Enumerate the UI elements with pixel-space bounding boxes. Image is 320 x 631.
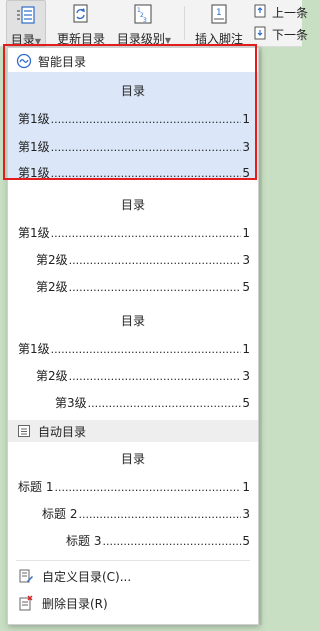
- toc-line-page: 5: [242, 396, 250, 410]
- delete-toc-menu-item[interactable]: 删除目录(R): [8, 590, 258, 616]
- leader-dots: [69, 254, 242, 267]
- next-footnote-button[interactable]: 下一条: [252, 24, 312, 44]
- toc-line-page: 1: [242, 342, 250, 356]
- toc-level-button[interactable]: 1 2 3 目录级别▼: [112, 0, 176, 47]
- toc-line-label: 标题 1: [18, 480, 54, 494]
- toc-line-page: 5: [242, 280, 250, 294]
- toc-line-label: 第2级: [36, 369, 68, 383]
- toc-line: 标题 2 3: [42, 505, 250, 522]
- smart-toc-option[interactable]: 目录 第1级 1 第1级 3 第1级 5: [8, 72, 258, 181]
- toc-line-label: 第3级: [55, 396, 87, 410]
- toc-line: 第3级 5: [55, 394, 250, 411]
- toc-line-label: 第2级: [36, 253, 68, 267]
- toc-line-page: 1: [242, 480, 250, 494]
- toolbar-separator: [184, 6, 185, 40]
- insert-footnote-label: 插入脚注: [194, 32, 243, 46]
- chevron-down-icon: ▼: [34, 37, 42, 46]
- toc-line-page: 3: [242, 507, 250, 521]
- toc-line-label: 标题 3: [66, 534, 102, 548]
- toc-line: 第1级 5: [18, 164, 250, 181]
- prev-footnote-button[interactable]: 上一条: [252, 2, 312, 22]
- toc-line-label: 第1级: [18, 140, 50, 154]
- delete-toc-icon: [18, 595, 34, 611]
- toc-line-page: 1: [242, 226, 250, 240]
- toc-line: 第2级 3: [36, 251, 250, 268]
- toc-line-page: 5: [242, 166, 250, 180]
- toc-line-label: 第1级: [18, 166, 50, 180]
- toc-line-page: 3: [242, 140, 250, 154]
- toc-level-icon: 1 2 3: [134, 4, 152, 24]
- leader-dots: [51, 113, 242, 126]
- prev-footnote-icon: [254, 4, 266, 18]
- toc-line-page: 3: [242, 253, 250, 267]
- next-footnote-label: 下一条: [272, 28, 309, 42]
- toc-line: 第1级 1: [18, 340, 250, 357]
- auto-toc-header-label: 自动目录: [38, 424, 87, 439]
- toc-line: 第1级 1: [18, 110, 250, 127]
- toc-line-page: 5: [242, 534, 250, 548]
- toc-style-option-2[interactable]: 目录 第1级 1 第2级 3 第2级 5: [8, 188, 258, 300]
- toc-line-label: 第1级: [18, 112, 50, 126]
- leader-dots: [51, 227, 242, 240]
- toc-line-page: 3: [242, 369, 250, 383]
- toc-line: 第1级 3: [18, 138, 250, 155]
- refresh-document-icon: [73, 4, 88, 23]
- toc-style-3-title: 目录: [120, 314, 145, 328]
- toc-dropdown-panel: 智能目录 目录 第1级 1 第1级 3 第1级 5 目录 第1级 1 第2级 3 第2级 5…: [7, 47, 259, 625]
- toc-style-2-title: 目录: [120, 198, 145, 212]
- toc-button-label: 目录: [10, 33, 35, 47]
- leader-dots: [88, 397, 242, 410]
- smart-toc-title: 目录: [120, 84, 145, 98]
- leader-dots: [69, 281, 242, 294]
- toc-line: 第2级 3: [36, 367, 250, 384]
- leader-dots: [54, 481, 241, 494]
- edit-toc-icon: [18, 568, 34, 584]
- menu-divider: [16, 560, 250, 561]
- next-footnote-icon: [254, 26, 266, 40]
- toc-line-label: 标题 2: [42, 507, 78, 521]
- smart-toc-header: 智能目录: [8, 50, 258, 72]
- footnote-icon: 1: [211, 4, 227, 24]
- delete-toc-label: 删除目录(R): [42, 596, 108, 611]
- toc-style-option-3[interactable]: 目录 第1级 1 第2级 3 第3级 5: [8, 304, 258, 416]
- toc-line: 标题 3 5: [66, 532, 250, 549]
- toc-line-page: 1: [242, 112, 250, 126]
- auto-toc-title: 目录: [120, 452, 145, 466]
- leader-dots: [51, 167, 242, 180]
- insert-footnote-button[interactable]: 1 插入脚注: [190, 0, 248, 47]
- toc-line: 第2级 5: [36, 278, 250, 295]
- leader-dots: [69, 370, 242, 383]
- toc-line-label: 第1级: [18, 342, 50, 356]
- leader-dots: [51, 141, 242, 154]
- update-toc-label: 更新目录: [56, 32, 105, 46]
- chevron-down-icon: ▼: [164, 36, 172, 45]
- auto-toc-option[interactable]: 目录 标题 1 1 标题 2 3 标题 3 5: [8, 444, 258, 556]
- custom-toc-menu-item[interactable]: 自定义目录(C)...: [8, 563, 258, 589]
- toc-line: 标题 1 1: [18, 478, 250, 495]
- auto-toc-icon: [16, 423, 32, 439]
- toc-icon: [17, 6, 35, 24]
- svg-text:1: 1: [216, 8, 222, 18]
- toc-line-label: 第2级: [36, 280, 68, 294]
- auto-toc-header: 自动目录: [8, 420, 258, 442]
- custom-toc-label: 自定义目录(C)...: [42, 569, 132, 584]
- smart-toc-header-label: 智能目录: [38, 54, 87, 69]
- svg-text:3: 3: [143, 17, 147, 24]
- leader-dots: [102, 535, 241, 548]
- smart-toc-icon: [16, 53, 32, 69]
- toc-button[interactable]: 目录▼: [6, 0, 46, 47]
- document-edge: [259, 47, 262, 625]
- leader-dots: [51, 343, 242, 356]
- prev-footnote-label: 上一条: [272, 6, 309, 20]
- toc-line: 第1级 1: [18, 224, 250, 241]
- leader-dots: [78, 508, 241, 521]
- toc-level-label: 目录级别: [116, 32, 165, 46]
- toc-line-label: 第1级: [18, 226, 50, 240]
- update-toc-button[interactable]: 更新目录: [54, 0, 108, 47]
- ribbon-toolbar: 目录▼ 更新目录 1 2 3 目录级别▼ 1 插入脚注 上一条 下一条: [0, 0, 308, 47]
